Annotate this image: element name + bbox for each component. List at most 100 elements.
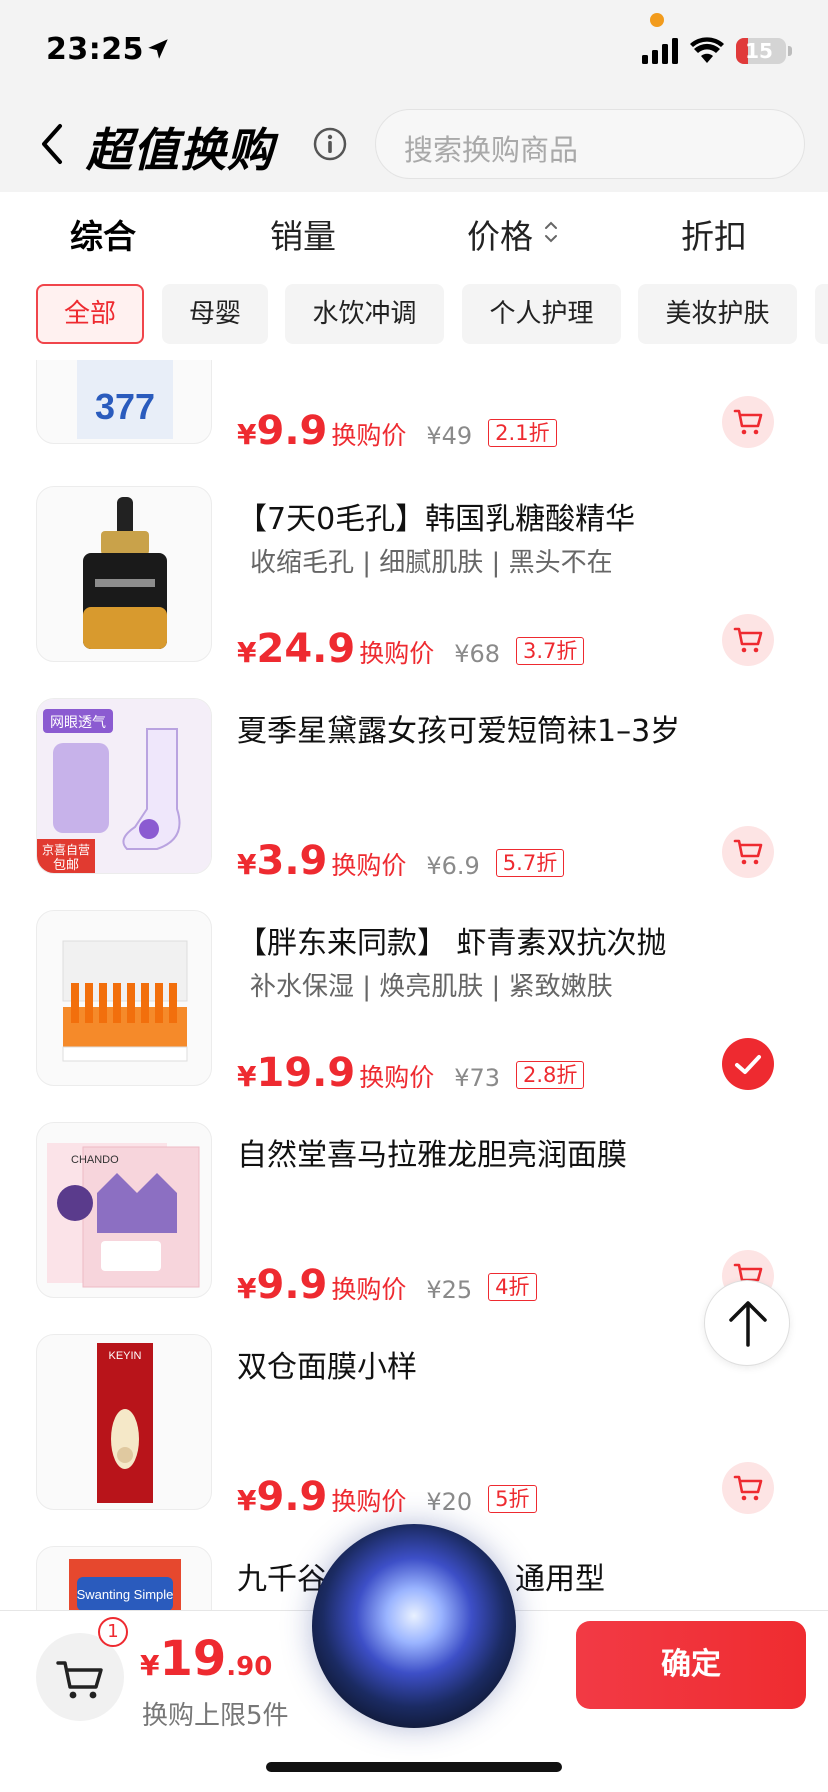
kids-socks-icon: 网眼透气 京喜自营 包邮 bbox=[37, 699, 211, 873]
search-placeholder: 搜索换购商品 bbox=[404, 133, 579, 167]
sort-tab-comprehensive[interactable]: 综合 bbox=[70, 210, 136, 258]
home-indicator[interactable] bbox=[266, 1762, 562, 1772]
sort-tab-discount[interactable]: 折扣 bbox=[681, 210, 747, 258]
product-item[interactable]: 【胖东来同款】 虾青素双抗次抛 补水保湿 | 焕亮肌肤 | 紧致嫩肤 ¥19.9… bbox=[0, 910, 828, 1122]
price-currency: ¥ bbox=[237, 636, 257, 669]
price-row: ¥9.9 换购价 ¥25 4折 bbox=[237, 1262, 537, 1308]
battery-level: 15 bbox=[745, 39, 773, 63]
check-icon bbox=[735, 1055, 761, 1074]
thumb-tag-free-shipping: 包邮 bbox=[53, 858, 79, 873]
chip-beauty-skincare[interactable]: 美妆护肤 bbox=[638, 284, 797, 344]
product-list: 377 ¥9.9 换购价 ¥49 2.1折 【7天0毛孔】韩国乳糖酸精华 收缩毛孔 |… bbox=[0, 360, 828, 1610]
price-label: 换购价 bbox=[331, 851, 407, 880]
cart-icon bbox=[733, 1475, 763, 1501]
confirm-button[interactable]: 确定 bbox=[576, 1621, 806, 1709]
exchange-price: 3.9 bbox=[256, 838, 328, 884]
price-currency: ¥ bbox=[237, 1060, 257, 1093]
product-title: 【胖东来同款】 虾青素双抗次抛 bbox=[237, 926, 667, 961]
product-item[interactable]: CHANDO 自然堂喜马拉雅龙胆亮润面膜 ¥9.9 换购价 ¥25 4折 bbox=[0, 1122, 828, 1334]
status-time: 23:25 bbox=[46, 32, 144, 67]
cart-icon bbox=[733, 409, 763, 435]
page-title: 超值换购 bbox=[86, 123, 274, 177]
sort-tab-sales[interactable]: 销量 bbox=[270, 210, 336, 258]
total-price-integer: 19 bbox=[159, 1631, 227, 1687]
ampoule-box-icon bbox=[62, 940, 188, 1062]
product-title: 九千谷 bbox=[237, 1562, 327, 1597]
search-input[interactable]: 搜索换购商品 bbox=[375, 109, 805, 179]
sort-tab-price[interactable]: 价格 bbox=[467, 210, 533, 258]
top-area: 23:25 15 超值换购 搜索换购商品 bbox=[0, 0, 828, 192]
product-thumbnail[interactable] bbox=[36, 910, 212, 1086]
face-mask-pack-icon: CHANDO bbox=[47, 1143, 200, 1288]
wifi-icon bbox=[690, 37, 724, 63]
discount-badge: 5折 bbox=[488, 1485, 537, 1513]
product-thumbnail[interactable] bbox=[36, 486, 212, 662]
product-subtitle: 补水保湿 | 焕亮肌肤 | 紧致嫩肤 bbox=[250, 972, 613, 1002]
selected-check-button[interactable] bbox=[722, 1038, 774, 1090]
price-row: ¥9.9 换购价 ¥49 2.1折 bbox=[237, 408, 557, 454]
chip-drinks[interactable]: 水饮冲调 bbox=[285, 284, 444, 344]
total-price-currency: ¥ bbox=[140, 1649, 160, 1682]
add-to-cart-button[interactable] bbox=[722, 826, 774, 878]
price-label: 换购价 bbox=[331, 1275, 407, 1304]
product-thumbnail[interactable]: CHANDO bbox=[36, 1122, 212, 1298]
chip-more[interactable] bbox=[815, 284, 828, 344]
add-to-cart-button[interactable] bbox=[722, 396, 774, 448]
add-to-cart-button[interactable] bbox=[722, 1462, 774, 1514]
thumb-brand: KEYIN bbox=[108, 1350, 141, 1362]
thumb-tag-mesh: 网眼透气 bbox=[50, 715, 106, 731]
product-thumbnail[interactable]: Swanting Simple bbox=[36, 1546, 212, 1610]
back-icon[interactable] bbox=[36, 122, 70, 166]
chip-personal-care[interactable]: 个人护理 bbox=[462, 284, 621, 344]
back-to-top-button[interactable] bbox=[704, 1280, 790, 1366]
chip-baby[interactable]: 母婴 bbox=[162, 284, 268, 344]
exchange-price: 9.9 bbox=[256, 1474, 328, 1520]
sort-bar: 综合 销量 价格 折扣 bbox=[0, 192, 828, 276]
price-currency: ¥ bbox=[237, 1484, 257, 1517]
discount-badge: 2.1折 bbox=[488, 419, 557, 447]
exchange-price: 9.9 bbox=[256, 408, 328, 454]
product-thumbnail[interactable]: 377 bbox=[36, 360, 212, 444]
discount-badge: 5.7折 bbox=[495, 849, 565, 877]
product-item[interactable]: KEYIN 双仓面膜小样 ¥9.9 换购价 ¥20 5折 bbox=[0, 1334, 828, 1546]
cellular-signal-icon bbox=[642, 38, 678, 64]
discount-badge: 3.7折 bbox=[516, 637, 585, 665]
info-icon[interactable] bbox=[313, 127, 347, 161]
price-currency: ¥ bbox=[237, 1272, 257, 1305]
product-thumbnail[interactable]: KEYIN bbox=[36, 1334, 212, 1510]
original-price: ¥25 bbox=[426, 1276, 473, 1304]
add-to-cart-button[interactable] bbox=[722, 614, 774, 666]
price-row: ¥24.9 换购价 ¥68 3.7折 bbox=[237, 626, 585, 672]
exchange-price: 19.9 bbox=[256, 1050, 356, 1096]
total-price: ¥19.90 bbox=[140, 1631, 272, 1687]
product-item[interactable]: 网眼透气 京喜自营 包邮 夏季星黛露女孩可爱短筒袜1–3岁 ¥3.9 换购价 ¥6.… bbox=[0, 698, 828, 910]
location-arrow-icon bbox=[148, 39, 168, 59]
price-label: 换购价 bbox=[331, 1487, 407, 1516]
exchange-limit-text: 换购上限5件 bbox=[142, 1701, 289, 1731]
product-item[interactable]: 377 ¥9.9 换购价 ¥49 2.1折 bbox=[0, 360, 828, 480]
price-label: 换购价 bbox=[359, 1063, 435, 1092]
svg-text:377: 377 bbox=[95, 386, 155, 427]
original-price: ¥6.9 bbox=[426, 852, 480, 880]
thumb-tag-self-run: 京喜自营 bbox=[42, 843, 90, 857]
mask-sample-icon: KEYIN bbox=[97, 1343, 153, 1503]
price-currency: ¥ bbox=[237, 848, 257, 881]
serum-bottle-icon bbox=[83, 497, 167, 649]
original-price: ¥73 bbox=[454, 1064, 501, 1092]
privacy-indicator-dot bbox=[650, 13, 664, 27]
product-item[interactable]: 【7天0毛孔】韩国乳糖酸精华 收缩毛孔 | 细腻肌肤 | 黑头不在 ¥24.9 换… bbox=[0, 486, 828, 698]
sort-caret-icon bbox=[545, 221, 557, 243]
product-title: 夏季星黛露女孩可爱短筒袜1–3岁 bbox=[237, 714, 681, 749]
category-chips: 全部 母婴 水饮冲调 个人护理 美妆护肤 bbox=[0, 276, 828, 360]
exchange-price: 9.9 bbox=[256, 1262, 328, 1308]
original-price: ¥20 bbox=[426, 1488, 473, 1516]
price-row: ¥19.9 换购价 ¥73 2.8折 bbox=[237, 1050, 585, 1096]
product-thumbnail[interactable]: 网眼透气 京喜自营 包邮 bbox=[36, 698, 212, 874]
product-subtitle: 收缩毛孔 | 细腻肌肤 | 黑头不在 bbox=[250, 548, 613, 578]
chip-all[interactable]: 全部 bbox=[36, 284, 144, 344]
exchange-price: 24.9 bbox=[256, 626, 356, 672]
cart-icon bbox=[733, 839, 763, 865]
price-currency: ¥ bbox=[237, 418, 257, 451]
siri-orb[interactable] bbox=[312, 1524, 516, 1728]
total-price-decimal: .90 bbox=[226, 1652, 273, 1682]
